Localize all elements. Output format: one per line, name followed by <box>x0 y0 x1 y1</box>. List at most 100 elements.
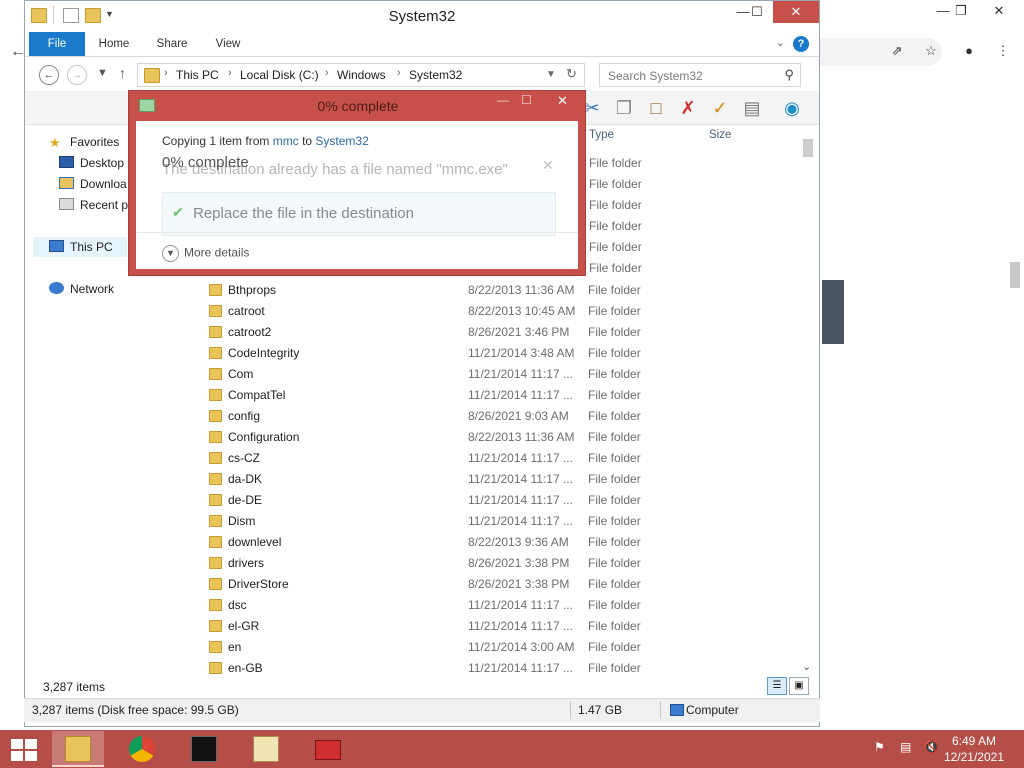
breadcrumb-separator[interactable]: › <box>164 67 168 79</box>
source-link[interactable]: mmc <box>273 134 299 148</box>
address-bar[interactable]: › This PC › Local Disk (C:) › Windows › … <box>137 63 585 87</box>
dialog-close-button[interactable]: ✕ <box>557 93 568 109</box>
taskbar: ⚑ ▤ 🔇 6:49 AM 12/21/2021 <box>0 730 1024 768</box>
scroll-down-icon[interactable]: ⌄ <box>802 660 811 673</box>
expand-ribbon-icon[interactable]: ⌄ <box>776 36 785 49</box>
scrollbar-thumb[interactable] <box>803 139 813 157</box>
taskbar-toolbox[interactable] <box>302 731 354 767</box>
table-row[interactable]: da-DK 11/21/2014 11:17 ... File folder <box>205 469 795 490</box>
system-clock[interactable]: 6:49 AM 12/21/2021 <box>944 733 1004 765</box>
table-row[interactable]: DriverStore 8/26/2021 3:38 PM File folder <box>205 574 795 595</box>
tab-file[interactable]: File <box>29 32 85 56</box>
maximize-button[interactable]: ☐ <box>741 1 773 23</box>
table-row[interactable]: config 8/26/2021 9:03 AM File folder <box>205 406 795 427</box>
file-name: Configuration <box>228 430 300 444</box>
table-row[interactable]: Bthprops 8/22/2013 11:36 AM File folder <box>205 280 795 301</box>
search-icon[interactable]: ⚲ <box>784 67 794 83</box>
side-panel-button[interactable] <box>822 280 844 344</box>
file-name: en <box>228 640 242 654</box>
column-header-size[interactable]: Size <box>709 129 731 141</box>
sidebar-item-network[interactable]: Network <box>49 282 114 296</box>
chevron-down-icon: ▼ <box>162 245 179 262</box>
breadcrumb-separator[interactable]: › <box>397 67 401 79</box>
file-name: el-GR <box>228 619 260 633</box>
file-date: 8/26/2021 9:03 AM <box>468 409 569 423</box>
close-icon[interactable]: ✕ <box>542 157 554 174</box>
sidebar-item-downloads[interactable]: Downloa <box>59 177 129 191</box>
globe-icon[interactable]: ◉ <box>781 97 803 119</box>
sidebar-item-favorites[interactable]: ★ Favorites <box>49 135 119 149</box>
column-header-type[interactable]: Type <box>589 129 614 141</box>
table-row[interactable]: en 11/21/2014 3:00 AM File folder <box>205 637 795 658</box>
vertical-scrollbar[interactable]: ⌄ <box>799 133 816 673</box>
tab-share[interactable]: Share <box>147 32 197 56</box>
tab-home[interactable]: Home <box>89 32 139 56</box>
properties-icon[interactable]: ▤ <box>741 97 763 119</box>
breadcrumb-this-pc[interactable]: This PC <box>176 68 219 82</box>
breadcrumb-separator[interactable]: › <box>228 67 232 79</box>
table-row[interactable]: drivers 8/26/2021 3:38 PM File folder <box>205 553 795 574</box>
sidebar-item-recent-places[interactable]: Recent pl <box>59 198 129 212</box>
rename-check-icon[interactable]: ✓ <box>709 97 731 119</box>
volume-muted-icon[interactable]: 🔇 <box>924 740 939 754</box>
close-button[interactable]: ✕ <box>773 1 819 23</box>
more-menu-icon[interactable]: ⋮ <box>980 40 1024 64</box>
destination-link[interactable]: System32 <box>315 134 368 148</box>
table-row[interactable]: cs-CZ 11/21/2014 11:17 ... File folder <box>205 448 795 469</box>
sidebar-item-this-pc[interactable]: This PC <box>33 237 127 257</box>
table-row[interactable]: Configuration 8/22/2013 11:36 AM File fold… <box>205 427 795 448</box>
taskbar-chrome[interactable] <box>116 731 168 767</box>
back-button[interactable]: ← <box>39 65 59 85</box>
paste-icon[interactable]: □ <box>645 97 667 119</box>
copy-icon[interactable]: ❐ <box>613 97 635 119</box>
table-row[interactable]: CodeIntegrity 11/21/2014 3:48 AM File fold… <box>205 343 795 364</box>
dialog-maximize-button[interactable]: ☐ <box>521 93 532 107</box>
delete-icon[interactable]: ✗ <box>677 97 699 119</box>
dialog-title: 0% complete <box>317 98 399 114</box>
more-details-label: More details <box>184 245 250 260</box>
chrome-icon <box>129 736 155 762</box>
address-history-dropdown-icon[interactable]: ▼ <box>546 69 556 80</box>
tab-view[interactable]: View <box>203 32 253 56</box>
table-row[interactable]: downlevel 8/22/2013 9:36 AM File folder <box>205 532 795 553</box>
up-button[interactable]: ↑ <box>119 65 126 81</box>
table-row[interactable]: catroot2 8/26/2021 3:46 PM File folder <box>205 322 795 343</box>
table-row[interactable]: dsc 11/21/2014 11:17 ... File folder <box>205 595 795 616</box>
breadcrumb-local-disk[interactable]: Local Disk (C:) <box>240 68 319 82</box>
table-row[interactable]: el-GR 11/21/2014 11:17 ... File folder <box>205 616 795 637</box>
recent-locations-dropdown-icon[interactable]: ▼ <box>97 67 108 79</box>
search-input[interactable]: Search System32 ⚲ <box>599 63 801 87</box>
breadcrumb-system32[interactable]: System32 <box>409 68 462 82</box>
browser-close-button[interactable]: ✕ <box>976 0 1022 24</box>
explorer-titlebar[interactable]: ▼ System32 — ☐ ✕ <box>25 1 819 32</box>
table-row[interactable]: catroot 8/22/2013 10:45 AM File folder <box>205 301 795 322</box>
breadcrumb-separator[interactable]: › <box>325 67 329 79</box>
large-icons-view-icon[interactable]: ▣ <box>789 677 809 695</box>
table-row[interactable]: Com 11/21/2014 11:17 ... File folder <box>205 364 795 385</box>
network-tray-icon[interactable]: ▤ <box>900 740 911 754</box>
folder-icon <box>209 347 222 359</box>
taskbar-file-explorer[interactable] <box>52 731 104 767</box>
more-details-toggle[interactable]: ▼ More details <box>162 245 249 262</box>
action-center-flag-icon[interactable]: ⚑ <box>874 740 885 754</box>
taskbar-notepad[interactable] <box>240 731 292 767</box>
sidebar-item-desktop[interactable]: Desktop <box>59 156 124 170</box>
refresh-icon[interactable]: ↻ <box>566 66 577 82</box>
help-icon[interactable]: ? <box>793 36 809 52</box>
dialog-minimize-button[interactable]: — <box>497 93 509 107</box>
start-button[interactable] <box>10 738 38 762</box>
file-name: catroot2 <box>228 325 272 339</box>
replace-file-option[interactable]: ✔ Replace the file in the destination <box>162 192 556 236</box>
browser-scrollbar[interactable] <box>1010 262 1020 288</box>
file-type: File folder <box>588 535 641 549</box>
table-row[interactable]: Dism 11/21/2014 11:17 ... File folder <box>205 511 795 532</box>
table-row[interactable]: CompatTel 11/21/2014 11:17 ... File folder <box>205 385 795 406</box>
table-row[interactable]: de-DE 11/21/2014 11:17 ... File folder <box>205 490 795 511</box>
breadcrumb-windows[interactable]: Windows <box>337 68 386 82</box>
forward-button[interactable]: → <box>67 65 87 85</box>
file-type: File folder <box>588 367 641 381</box>
table-row[interactable]: en-GB 11/21/2014 11:17 ... File folder <box>205 658 795 679</box>
taskbar-command-prompt[interactable] <box>178 731 230 767</box>
details-view-icon[interactable]: ☰ <box>767 677 787 695</box>
windows-logo-icon <box>11 751 23 761</box>
